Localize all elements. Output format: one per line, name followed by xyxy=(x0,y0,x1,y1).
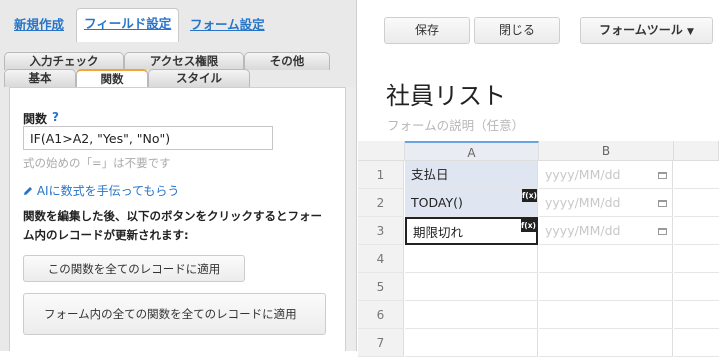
date-placeholder: yyyy/MM/dd xyxy=(545,223,621,238)
caret-down-icon: ▼ xyxy=(686,27,694,37)
apply-all-functions-button[interactable]: フォーム内の全ての関数を全てのレコードに適用 xyxy=(23,293,326,335)
cell-a2[interactable]: TODAY() f(x) xyxy=(405,189,538,217)
tab-new[interactable]: 新規作成 xyxy=(7,10,71,40)
spreadsheet-grid: A B 1 支払日 yyyy/MM/dd 2 TODAY() f(x) yyyy/MM/dd… xyxy=(358,141,719,357)
cell-b7[interactable] xyxy=(539,329,673,357)
panel-scrollbar[interactable] xyxy=(346,87,356,351)
save-button[interactable]: 保存 xyxy=(384,17,470,44)
row-number[interactable]: 6 xyxy=(358,301,404,329)
column-header-a[interactable]: A xyxy=(405,141,539,161)
calendar-icon[interactable] xyxy=(658,199,667,207)
ai-help-link[interactable]: AIに数式を手伝ってもらう xyxy=(23,182,179,199)
subtab-basic[interactable]: 基本 xyxy=(4,69,76,87)
close-button[interactable]: 閉じる xyxy=(474,17,560,44)
subtab-access-rights[interactable]: アクセス権限 xyxy=(124,52,244,70)
function-icon: f(x) xyxy=(522,189,537,202)
cell-c1[interactable] xyxy=(674,161,719,189)
form-tools-dropdown[interactable]: フォームツール ▼ xyxy=(580,17,713,44)
date-placeholder: yyyy/MM/dd xyxy=(545,167,621,182)
cell-a5[interactable] xyxy=(405,273,538,301)
toolbar: 保存 閉じる フォームツール ▼ xyxy=(358,0,719,60)
calendar-icon[interactable] xyxy=(658,227,667,235)
function-hint: 式の始めの「=」は不要です xyxy=(23,156,171,170)
cell-a-text: TODAY() xyxy=(411,195,463,210)
help-icon[interactable]: ? xyxy=(52,110,59,124)
cell-a1[interactable]: 支払日 xyxy=(405,161,538,189)
cell-b4[interactable] xyxy=(539,245,673,273)
subtab-other[interactable]: その他 xyxy=(244,52,330,70)
cell-b5[interactable] xyxy=(539,273,673,301)
date-placeholder: yyyy/MM/dd xyxy=(545,195,621,210)
cell-a-text: 期限切れ xyxy=(413,225,464,240)
cell-a-text: 支払日 xyxy=(411,167,449,182)
row-number[interactable]: 4 xyxy=(358,245,404,273)
cell-a4[interactable] xyxy=(405,245,538,273)
calendar-icon[interactable] xyxy=(658,171,667,179)
subtabs-row-2: 基本 関数 スタイル xyxy=(0,69,357,87)
column-header-b[interactable]: B xyxy=(539,141,674,161)
cell-b1[interactable]: yyyy/MM/dd xyxy=(539,161,673,189)
cell-b2[interactable]: yyyy/MM/dd xyxy=(539,189,673,217)
row-number[interactable]: 7 xyxy=(358,329,404,357)
row-number[interactable]: 3 xyxy=(358,217,404,245)
subtab-input-check[interactable]: 入力チェック xyxy=(4,52,124,70)
subtab-style[interactable]: スタイル xyxy=(148,69,250,87)
function-settings-content: 関数 ? 式の始めの「=」は不要です AIに数式を手伝ってもらう 関数を編集した… xyxy=(9,87,346,351)
tab-field-settings[interactable]: フィールド設定 xyxy=(76,8,180,42)
row-number[interactable]: 2 xyxy=(358,189,404,217)
function-label: 関数 xyxy=(23,112,48,126)
cell-b6[interactable] xyxy=(539,301,673,329)
cell-c6[interactable] xyxy=(674,301,719,329)
ai-help-label: AIに数式を手伝ってもらう xyxy=(36,184,180,198)
row-number[interactable]: 5 xyxy=(358,273,404,301)
cell-b3[interactable]: yyyy/MM/dd xyxy=(539,217,673,245)
tab-form-settings[interactable]: フォーム設定 xyxy=(183,10,272,40)
apply-function-button[interactable]: この関数を全てのレコードに適用 xyxy=(23,255,245,282)
subtabs-row-1: 入力チェック アクセス権限 その他 xyxy=(0,52,357,70)
column-header-c[interactable] xyxy=(674,141,719,161)
instruction-text: 関数を編集した後、以下のボタンをクリックするとフォーム内のレコードが更新されます… xyxy=(23,209,322,242)
function-input[interactable] xyxy=(23,126,273,150)
cell-a6[interactable] xyxy=(405,301,538,329)
form-title[interactable]: 社員リスト xyxy=(386,76,506,111)
cell-c7[interactable] xyxy=(674,329,719,357)
form-description[interactable]: フォームの説明（任意） xyxy=(387,115,524,134)
function-icon: f(x) xyxy=(521,219,536,232)
row-number[interactable]: 1 xyxy=(358,161,404,189)
cell-a3[interactable]: 期限切れ f(x) xyxy=(405,217,538,245)
cell-c5[interactable] xyxy=(674,273,719,301)
field-settings-panel: 新規作成 フィールド設定 フォーム設定 入力チェック アクセス権限 その他 基本… xyxy=(0,0,357,351)
grid-corner xyxy=(358,141,405,161)
subtab-function[interactable]: 関数 xyxy=(76,69,148,87)
cell-c3[interactable] xyxy=(674,217,719,245)
cell-c2[interactable] xyxy=(674,189,719,217)
form-tools-label: フォームツール xyxy=(599,23,683,37)
pencil-icon xyxy=(24,187,32,195)
cell-a7[interactable] xyxy=(405,329,538,357)
cell-c4[interactable] xyxy=(674,245,719,273)
